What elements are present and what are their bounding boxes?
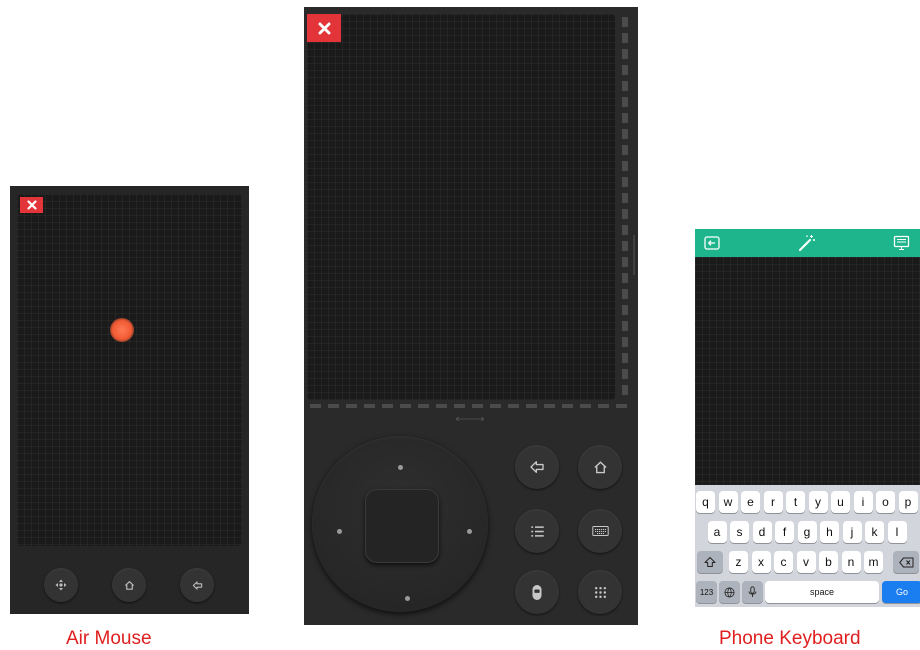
remote-grid-button[interactable] bbox=[578, 570, 622, 614]
remote-mouse-button[interactable] bbox=[515, 570, 559, 614]
remote-menu-button[interactable] bbox=[515, 509, 559, 553]
air-mouse-cursor bbox=[110, 318, 134, 342]
keyboard-top-bar bbox=[695, 229, 920, 257]
key-f[interactable]: f bbox=[775, 521, 794, 543]
remote-home-button[interactable] bbox=[578, 445, 622, 489]
key-x[interactable]: x bbox=[751, 551, 771, 573]
close-icon bbox=[26, 200, 37, 210]
key-z[interactable]: z bbox=[729, 551, 748, 573]
keyboard-keys-area: q w e r t y u i o p a s d f g h j k l z x c v b n m 123 space Go bbox=[695, 485, 920, 607]
mouse-icon bbox=[532, 584, 542, 600]
key-j[interactable]: j bbox=[842, 521, 862, 543]
microphone-key[interactable] bbox=[742, 581, 763, 603]
dpad-ok-button[interactable] bbox=[365, 489, 439, 563]
key-r[interactable]: r bbox=[763, 491, 783, 513]
remote-back-button[interactable] bbox=[515, 445, 559, 489]
microphone-icon bbox=[748, 586, 757, 597]
keyboard-icon bbox=[591, 526, 609, 536]
go-key[interactable]: Go bbox=[882, 581, 920, 603]
input-icon[interactable] bbox=[704, 235, 720, 251]
key-e[interactable]: e bbox=[741, 491, 760, 513]
backspace-key[interactable] bbox=[893, 551, 919, 573]
numbers-key[interactable]: 123 bbox=[696, 581, 717, 603]
key-h[interactable]: h bbox=[820, 521, 839, 543]
key-d[interactable]: d bbox=[752, 521, 772, 543]
key-k[interactable]: k bbox=[865, 521, 884, 543]
touchpad-remote-panel bbox=[304, 7, 638, 625]
vertical-resize-icon bbox=[633, 235, 635, 275]
key-w[interactable]: w bbox=[718, 491, 738, 513]
vertical-scroll-strip[interactable] bbox=[622, 17, 628, 401]
key-s[interactable]: s bbox=[730, 521, 749, 543]
globe-key[interactable] bbox=[719, 581, 740, 603]
dpad-down-button[interactable] bbox=[405, 596, 410, 601]
air-mouse-pad[interactable] bbox=[17, 194, 242, 546]
key-o[interactable]: o bbox=[876, 491, 895, 513]
close-icon bbox=[318, 22, 330, 34]
key-u[interactable]: u bbox=[831, 491, 850, 513]
key-t[interactable]: t bbox=[786, 491, 805, 513]
air-mouse-move-button[interactable] bbox=[44, 568, 78, 602]
touchpad-area[interactable] bbox=[307, 14, 615, 400]
back-arrow-icon bbox=[192, 580, 202, 590]
key-l[interactable]: l bbox=[887, 521, 907, 543]
shift-key[interactable] bbox=[697, 551, 723, 573]
home-icon bbox=[124, 580, 134, 590]
shift-icon bbox=[704, 557, 716, 567]
back-arrow-icon bbox=[530, 461, 544, 473]
dpad-left-button[interactable] bbox=[337, 529, 342, 534]
key-m[interactable]: m bbox=[864, 551, 883, 573]
key-i[interactable]: i bbox=[853, 491, 873, 513]
key-p[interactable]: p bbox=[898, 491, 918, 513]
dpad-up-button[interactable] bbox=[398, 465, 403, 470]
globe-icon bbox=[724, 587, 735, 597]
air-mouse-home-button[interactable] bbox=[112, 568, 146, 602]
horizontal-resize-icon bbox=[456, 417, 484, 421]
key-g[interactable]: g bbox=[797, 521, 817, 543]
key-b[interactable]: b bbox=[819, 551, 838, 573]
key-v[interactable]: v bbox=[796, 551, 816, 573]
key-c[interactable]: c bbox=[774, 551, 793, 573]
phone-keyboard-panel: q w e r t y u i o p a s d f g h j k l z x c v b n m 123 space Go bbox=[695, 229, 920, 607]
menu-list-icon bbox=[530, 525, 544, 537]
remote-keyboard-button[interactable] bbox=[578, 509, 622, 553]
space-key[interactable]: space bbox=[765, 581, 879, 603]
dpad[interactable] bbox=[312, 436, 488, 612]
air-mouse-close-button[interactable] bbox=[20, 197, 43, 213]
air-mouse-back-button[interactable] bbox=[180, 568, 214, 602]
screen-icon[interactable] bbox=[893, 235, 910, 251]
key-a[interactable]: a bbox=[707, 521, 727, 543]
phone-keyboard-caption: Phone Keyboard bbox=[719, 628, 861, 649]
touchpad-close-button[interactable] bbox=[307, 14, 341, 42]
keyboard-text-area[interactable] bbox=[695, 257, 920, 485]
air-mouse-caption: Air Mouse bbox=[66, 628, 152, 649]
backspace-icon bbox=[898, 557, 913, 567]
horizontal-scroll-strip[interactable] bbox=[310, 404, 628, 408]
grid-icon bbox=[594, 586, 606, 598]
key-y[interactable]: y bbox=[808, 491, 828, 513]
home-icon bbox=[593, 460, 607, 473]
move-cross-icon bbox=[55, 579, 67, 591]
dpad-right-button[interactable] bbox=[467, 529, 472, 534]
key-q[interactable]: q bbox=[696, 491, 715, 513]
air-mouse-panel bbox=[10, 186, 249, 614]
magic-wand-icon[interactable] bbox=[797, 233, 817, 253]
key-n[interactable]: n bbox=[841, 551, 861, 573]
